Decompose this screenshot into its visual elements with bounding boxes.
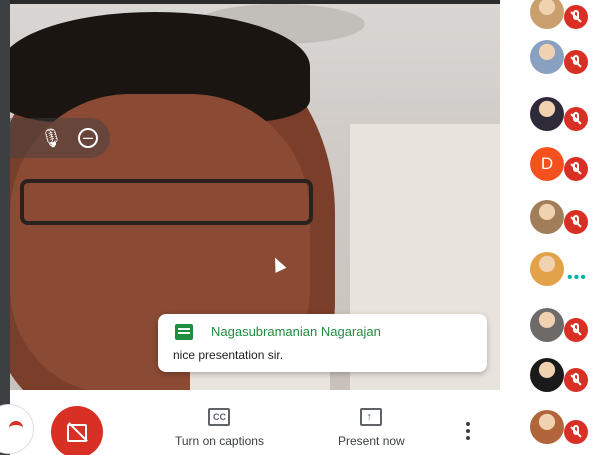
participant-tile[interactable] — [530, 308, 588, 342]
participant-tile[interactable] — [530, 40, 588, 74]
avatar — [530, 97, 564, 131]
muted-microphone-icon — [564, 420, 588, 444]
avatar — [530, 308, 564, 342]
avatar — [530, 358, 564, 392]
avatar — [530, 410, 564, 444]
muted-microphone-icon — [564, 368, 588, 392]
present-label: Present now — [338, 434, 405, 448]
remove-icon[interactable]: – — [78, 128, 98, 148]
muted-microphone-icon — [564, 107, 588, 131]
muted-microphone-icon — [564, 318, 588, 342]
chat-notification[interactable]: Nagasubramanian Nagarajan nice presentat… — [158, 314, 487, 372]
captions-label: Turn on captions — [175, 434, 264, 448]
avatar: D — [530, 147, 564, 181]
tile-controls[interactable]: 🎙 – — [10, 118, 110, 158]
present-now-button[interactable]: ↑ Present now — [338, 408, 405, 448]
participant-tile[interactable] — [530, 0, 588, 29]
speaking-indicator-icon: ••• — [567, 269, 587, 286]
leave-call-button[interactable] — [0, 404, 34, 454]
chat-sender-name: Nagasubramanian Nagarajan — [211, 324, 381, 339]
present-icon: ↑ — [360, 408, 383, 426]
captions-icon: CC — [208, 408, 231, 426]
left-edge — [0, 0, 10, 455]
participant-tile[interactable] — [530, 200, 588, 234]
meet-call-window: 🎙 – Nagasubramanian Nagarajan nice prese… — [0, 0, 600, 455]
muted-microphone-icon — [564, 5, 588, 29]
participant-tile[interactable] — [530, 97, 588, 131]
phone-icon — [9, 421, 23, 435]
bottom-toolbar: CC Turn on captions ↑ Present now — [0, 390, 500, 455]
avatar-initial: D — [530, 147, 564, 181]
avatar — [530, 0, 564, 29]
camera-off-button[interactable] — [51, 406, 103, 455]
participant-tile[interactable]: D — [530, 147, 588, 181]
participant-tile[interactable] — [530, 410, 588, 444]
captions-button[interactable]: CC Turn on captions — [175, 408, 264, 448]
chat-icon — [175, 324, 193, 340]
speaker-glasses — [20, 179, 313, 225]
participant-tile[interactable]: ••• — [530, 252, 586, 286]
muted-microphone-icon — [564, 50, 588, 74]
participant-tile[interactable] — [530, 358, 588, 392]
muted-microphone-icon — [564, 210, 588, 234]
avatar — [530, 40, 564, 74]
avatar — [530, 200, 564, 234]
muted-microphone-icon — [564, 157, 588, 181]
chat-message: nice presentation sir. — [173, 348, 284, 362]
avatar — [530, 252, 564, 286]
microphone-icon[interactable]: 🎙 — [40, 128, 63, 148]
main-video[interactable]: 🎙 – Nagasubramanian Nagarajan nice prese… — [10, 4, 500, 390]
participants-panel: D ••• — [500, 0, 600, 455]
more-options-icon[interactable] — [465, 422, 471, 442]
